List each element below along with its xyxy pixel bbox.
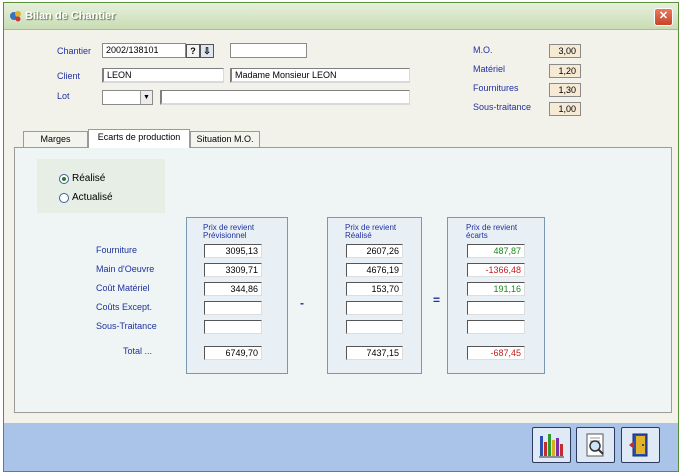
radio-actualise[interactable] [59,193,69,203]
mode-option-group [37,159,165,213]
title-bar: Bilan de Chantier ✕ [4,3,678,30]
ecarts-main-oeuvre: -1366,48 [467,263,525,277]
ecarts-head-2: écarts [466,231,488,240]
ecarts-fourniture: 487,87 [467,244,525,258]
realise-main-oeuvre: 4676,19 [346,263,403,277]
chantier-field[interactable]: 2002/138101 [102,43,186,58]
help-button[interactable]: ? [186,44,200,58]
previsionnel-couts-except [204,301,262,315]
window-title: Bilan de Chantier [25,10,116,22]
coef-fournitures-label: Fournitures [473,83,519,93]
coef-soustraitance-label: Sous-traitance [473,102,532,112]
exit-button[interactable] [621,427,660,463]
realise-fourniture: 2607,26 [346,244,403,258]
bilan-window: Bilan de Chantier ✕ Chantier 2002/138101… [3,2,679,472]
exit-door-icon [629,433,648,457]
client-code-field[interactable]: LEON [102,68,224,83]
realise-couts-except [346,301,403,315]
row-label-total: Total ... [123,346,153,356]
coef-fournitures-value[interactable]: 1,30 [549,83,581,97]
chevron-down-icon[interactable]: ▼ [140,91,152,104]
radio-realise-label[interactable]: Réalisé [72,173,105,184]
close-button[interactable]: ✕ [654,8,673,26]
print-preview-icon [586,433,604,457]
chantier-extra-field[interactable] [230,43,307,58]
client-name-field[interactable]: Madame Monsieur LEON [230,68,410,83]
preview-button[interactable] [576,427,615,463]
lot-select[interactable]: ▼ [102,90,153,105]
previsionnel-head-2: Prévisionnel [203,231,247,240]
group-previsionnel: Prix de revient Prévisionnel 3095,13 330… [186,217,288,374]
coef-mo-label: M.O. [473,45,493,55]
row-label-couts-except: Coûts Except. [96,302,153,312]
minus-operator: - [300,296,304,310]
group-ecarts: Prix de revient écarts 487,87 -1366,48 1… [447,217,545,374]
realise-total: 7437,15 [346,346,403,360]
ecarts-cout-materiel: 191,16 [467,282,525,296]
app-icon [10,11,21,22]
previsionnel-fourniture: 3095,13 [204,244,262,258]
row-label-cout-materiel: Coût Matériel [96,283,150,293]
coef-materiel-value[interactable]: 1,20 [549,64,581,78]
coef-materiel-label: Matériel [473,64,506,74]
chantier-label: Chantier [57,46,92,56]
coef-soustraitance-value[interactable]: 1,00 [549,102,581,116]
realise-sous-traitance [346,320,403,334]
chart-button[interactable] [532,427,571,463]
bar-chart-icon [539,434,564,458]
group-realise: Prix de revient Réalisé 2607,26 4676,19 … [327,217,422,374]
previsionnel-cout-materiel: 344,86 [204,282,262,296]
row-label-fourniture: Fourniture [96,245,138,255]
previsionnel-sous-traitance [204,320,262,334]
row-label-sous-traitance: Sous-Traitance [96,321,157,331]
down-arrow-button[interactable]: ⇩ [200,44,214,58]
ecarts-couts-except [467,301,525,315]
radio-actualise-label[interactable]: Actualisé [72,192,113,203]
realise-head-2: Réalisé [345,231,372,240]
tab-ecarts-production[interactable]: Ecarts de production [88,129,190,148]
coef-mo-value[interactable]: 3,00 [549,44,581,58]
row-label-main-oeuvre: Main d'Oeuvre [96,264,155,274]
tab-marges[interactable]: Marges [23,131,88,148]
lot-label: Lot [57,91,70,101]
tab-situation-mo[interactable]: Situation M.O. [190,131,260,148]
previsionnel-main-oeuvre: 3309,71 [204,263,262,277]
realise-cout-materiel: 153,70 [346,282,403,296]
radio-realise[interactable] [59,174,69,184]
client-label: Client [57,71,81,81]
ecarts-sous-traitance [467,320,525,334]
equals-operator: = [433,293,441,307]
ecarts-total: -687,45 [467,346,525,360]
lot-description-field[interactable] [160,90,410,105]
previsionnel-total: 6749,70 [204,346,262,360]
